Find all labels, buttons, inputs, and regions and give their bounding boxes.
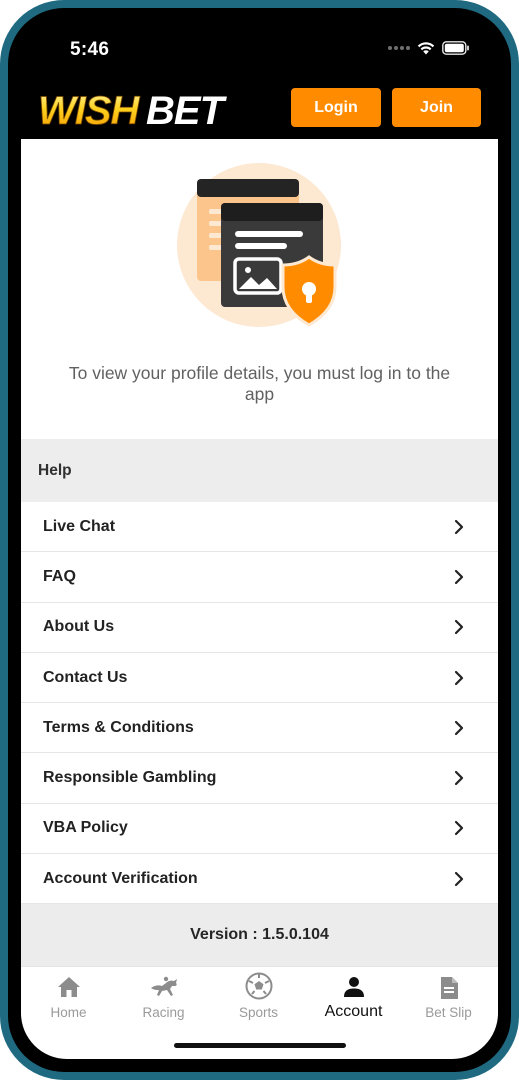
cellular-signal-icon	[388, 46, 410, 50]
nav-tab-bet-slip[interactable]: Bet Slip	[401, 967, 496, 1027]
chevron-right-icon	[454, 771, 464, 786]
menu-item-responsible-gambling[interactable]: Responsible Gambling	[21, 753, 498, 804]
menu-item-live-chat[interactable]: Live Chat	[21, 502, 498, 553]
svg-text:WISH: WISH	[38, 89, 141, 132]
svg-text:BET: BET	[146, 89, 228, 132]
menu-item-label: Responsible Gambling	[43, 769, 217, 787]
soccer-ball-icon	[245, 972, 272, 1000]
wifi-icon	[417, 42, 435, 55]
menu-item-label: Contact Us	[43, 668, 128, 686]
help-section-title: Help	[21, 439, 498, 502]
login-prompt: To view your profile details, you must l…	[21, 139, 498, 439]
menu-item-about-us[interactable]: About Us	[21, 602, 498, 653]
nav-tab-sports[interactable]: Sports	[211, 967, 306, 1027]
battery-icon	[442, 41, 469, 55]
home-indicator[interactable]	[174, 1043, 346, 1048]
document-icon	[440, 977, 458, 999]
help-menu: Live Chat FAQ About Us Contact Us Terms …	[21, 502, 498, 905]
menu-item-account-verification[interactable]: Account Verification	[21, 854, 498, 905]
menu-item-label: Terms & Conditions	[43, 718, 194, 736]
status-bar: 5:46	[21, 21, 498, 81]
horse-racing-icon	[150, 976, 177, 996]
login-button[interactable]: Login	[291, 88, 381, 127]
menu-item-label: About Us	[43, 618, 115, 636]
nav-label: Home	[50, 1005, 87, 1020]
menu-item-faq[interactable]: FAQ	[21, 552, 498, 603]
login-required-message: To view your profile details, you must l…	[68, 363, 451, 404]
person-icon	[343, 977, 364, 997]
chevron-right-icon	[454, 519, 464, 534]
chevron-right-icon	[454, 821, 464, 836]
profile-lock-illustration	[177, 163, 341, 327]
nav-label: Racing	[142, 1005, 185, 1020]
nav-label: Bet Slip	[425, 1005, 472, 1020]
phone-screen: 5:46 WISH BET Login Join To view your pr…	[21, 21, 498, 1059]
menu-item-label: Live Chat	[43, 517, 116, 535]
nav-label: Sports	[238, 1005, 279, 1020]
main-content: To view your profile details, you must l…	[21, 139, 498, 985]
app-version: Version : 1.5.0.104	[21, 904, 498, 966]
status-time: 5:46	[70, 39, 110, 60]
chevron-right-icon	[454, 871, 464, 886]
status-icons	[388, 41, 470, 55]
wishbet-logo: WISH BET	[38, 89, 229, 132]
menu-item-contact-us[interactable]: Contact Us	[21, 652, 498, 704]
menu-item-label: Account Verification	[43, 869, 198, 887]
chevron-right-icon	[454, 620, 464, 635]
chevron-right-icon	[454, 670, 464, 685]
home-icon	[57, 977, 80, 997]
nav-label: Account	[324, 1003, 383, 1020]
nav-tab-account[interactable]: Account	[306, 967, 401, 1027]
menu-item-vba-policy[interactable]: VBA Policy	[21, 803, 498, 855]
menu-item-terms-conditions[interactable]: Terms & Conditions	[21, 703, 498, 754]
nav-tab-home[interactable]: Home	[21, 967, 116, 1027]
chevron-right-icon	[454, 720, 464, 735]
menu-item-label: FAQ	[43, 567, 76, 585]
app-header: WISH BET Login Join	[21, 81, 498, 139]
menu-item-label: VBA Policy	[43, 819, 128, 837]
chevron-right-icon	[454, 569, 464, 585]
join-button[interactable]: Join	[392, 88, 481, 127]
nav-tab-racing[interactable]: Racing	[116, 967, 211, 1027]
